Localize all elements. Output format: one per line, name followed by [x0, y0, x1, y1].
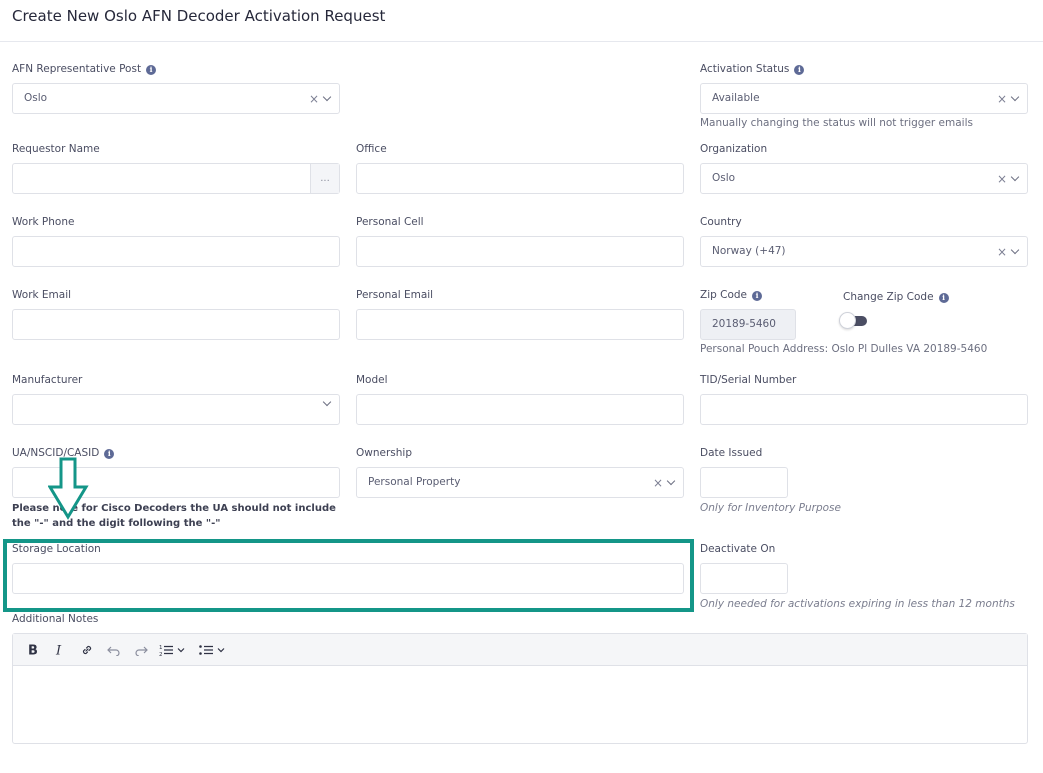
- header-divider: [0, 41, 1043, 42]
- svg-text:B: B: [28, 644, 38, 657]
- work-phone-label: Work Phone: [12, 216, 75, 228]
- info-icon[interactable]: i: [146, 65, 157, 75]
- activation-status-label: Activation Status i: [700, 63, 805, 75]
- svg-text:1: 1: [159, 645, 163, 651]
- deactivate-on-label: Deactivate On: [700, 543, 776, 555]
- link-icon[interactable]: [77, 640, 96, 659]
- work-email-label: Work Email: [12, 289, 72, 301]
- info-icon[interactable]: i: [794, 65, 805, 75]
- manufacturer-select[interactable]: [12, 394, 340, 425]
- additional-notes-label: Additional Notes: [12, 613, 99, 625]
- svg-text:2: 2: [159, 652, 163, 657]
- italic-icon[interactable]: I: [50, 640, 69, 659]
- clear-icon[interactable]: ×: [997, 245, 1007, 259]
- work-email-input[interactable]: [12, 309, 340, 340]
- personal-cell-input[interactable]: [356, 236, 684, 267]
- afn-post-value: Oslo: [24, 92, 48, 104]
- deactivate-on-input[interactable]: [700, 563, 788, 594]
- ownership-select[interactable]: Personal Property ×: [356, 467, 684, 498]
- date-issued-input[interactable]: [700, 467, 788, 498]
- clear-icon[interactable]: ×: [653, 476, 663, 490]
- requestor-name-input[interactable]: ...: [12, 163, 340, 194]
- office-label: Office: [356, 143, 387, 155]
- activation-status-value: Available: [712, 92, 760, 104]
- country-value: Norway (+47): [712, 245, 786, 257]
- office-input[interactable]: [356, 163, 684, 194]
- date-issued-label: Date Issued: [700, 447, 763, 459]
- organization-value: Oslo: [712, 172, 736, 184]
- date-issued-help: Only for Inventory Purpose: [700, 502, 841, 514]
- info-icon[interactable]: i: [104, 449, 115, 459]
- activation-status-help: Manually changing the status will not tr…: [700, 117, 973, 129]
- deactivate-on-help: Only needed for activations expiring in …: [700, 598, 1015, 610]
- model-label: Model: [356, 374, 388, 386]
- ownership-label: Ownership: [356, 447, 412, 459]
- manufacturer-label: Manufacturer: [12, 374, 83, 386]
- organization-select[interactable]: Oslo ×: [700, 163, 1028, 194]
- redo-icon[interactable]: [131, 640, 150, 659]
- toggle-knob[interactable]: [839, 312, 856, 329]
- clear-icon[interactable]: ×: [997, 172, 1007, 186]
- chevron-down-icon[interactable]: [322, 397, 332, 407]
- numbered-list-icon[interactable]: 12: [158, 640, 190, 659]
- info-icon[interactable]: i: [752, 291, 762, 301]
- editor-toolbar: B I 12: [13, 634, 1027, 666]
- zip-code-help: Personal Pouch Address: Oslo Pl Dulles V…: [700, 343, 988, 355]
- work-phone-input[interactable]: [12, 236, 340, 267]
- storage-location-highlight: [3, 539, 694, 612]
- bullet-list-icon[interactable]: [198, 640, 230, 659]
- requestor-name-label: Requestor Name: [12, 143, 100, 155]
- model-input[interactable]: [356, 394, 684, 425]
- clear-icon[interactable]: ×: [997, 92, 1007, 106]
- tid-serial-label: TID/Serial Number: [700, 374, 797, 386]
- personal-email-input[interactable]: [356, 309, 684, 340]
- additional-notes-editor[interactable]: B I 12: [12, 633, 1028, 744]
- afn-post-label: AFN Representative Post i: [12, 63, 157, 75]
- country-select[interactable]: Norway (+47) ×: [700, 236, 1028, 267]
- chevron-down-icon[interactable]: [666, 476, 676, 486]
- bold-icon[interactable]: B: [23, 640, 42, 659]
- chevron-down-icon[interactable]: [322, 92, 332, 102]
- chevron-down-icon[interactable]: [1010, 92, 1020, 102]
- info-icon[interactable]: i: [938, 293, 949, 303]
- zip-code-label: Zip Code i: [700, 289, 762, 301]
- change-zip-label: Change Zip Code i: [843, 291, 949, 303]
- afn-post-select[interactable]: Oslo ×: [12, 83, 340, 114]
- organization-label: Organization: [700, 143, 768, 155]
- personal-email-label: Personal Email: [356, 289, 434, 301]
- zip-code-input: 20189-5460: [700, 309, 796, 340]
- clear-icon[interactable]: ×: [309, 92, 319, 106]
- activation-status-select[interactable]: Available ×: [700, 83, 1028, 114]
- tid-serial-input[interactable]: [700, 394, 1028, 425]
- country-label: Country: [700, 216, 742, 228]
- chevron-down-icon[interactable]: [1010, 245, 1020, 255]
- requestor-lookup-button[interactable]: ...: [310, 164, 339, 193]
- chevron-down-icon[interactable]: [1010, 172, 1020, 182]
- personal-cell-label: Personal Cell: [356, 216, 424, 228]
- undo-icon[interactable]: [104, 640, 123, 659]
- zip-code-value: 20189-5460: [712, 318, 776, 330]
- svg-text:I: I: [55, 644, 62, 657]
- down-arrow-icon: [48, 457, 89, 520]
- ownership-value: Personal Property: [368, 476, 461, 488]
- page-title: Create New Oslo AFN Decoder Activation R…: [12, 7, 386, 25]
